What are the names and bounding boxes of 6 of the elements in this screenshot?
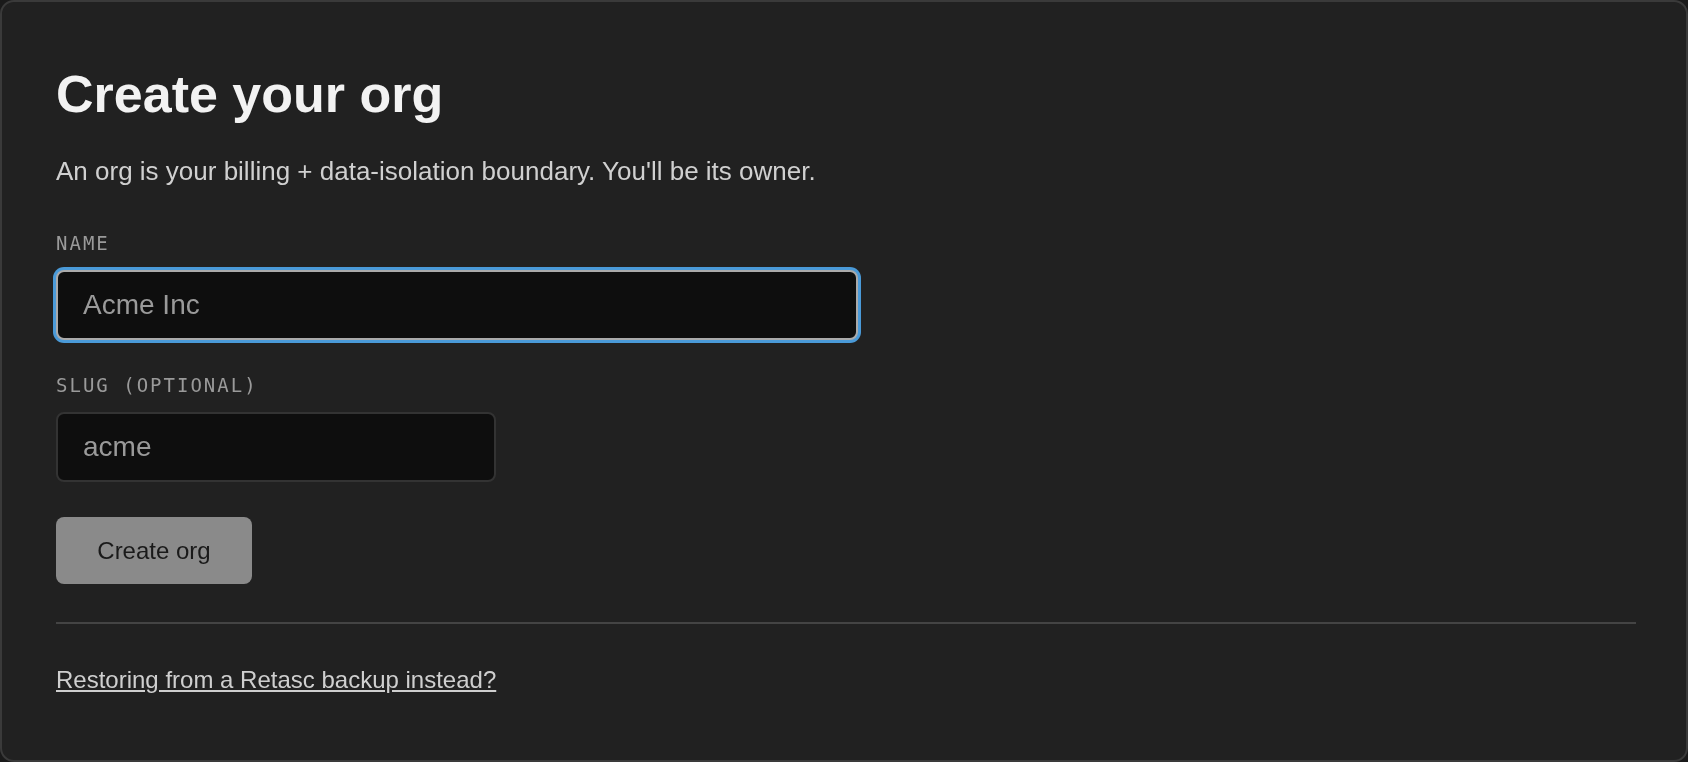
text-input-field[interactable]: acme: [56, 412, 496, 482]
restore-backup-link[interactable]: Restoring from a Retasc backup instead?: [56, 668, 497, 692]
field-label: NAME: [56, 234, 111, 253]
page-subtitle: An org is your billing + data-isolation boundary. You'll be its owner.: [56, 158, 817, 184]
field-label: SLUG (OPTIONAL): [56, 376, 259, 395]
text-input-field[interactable]: Acme Inc: [56, 270, 858, 340]
